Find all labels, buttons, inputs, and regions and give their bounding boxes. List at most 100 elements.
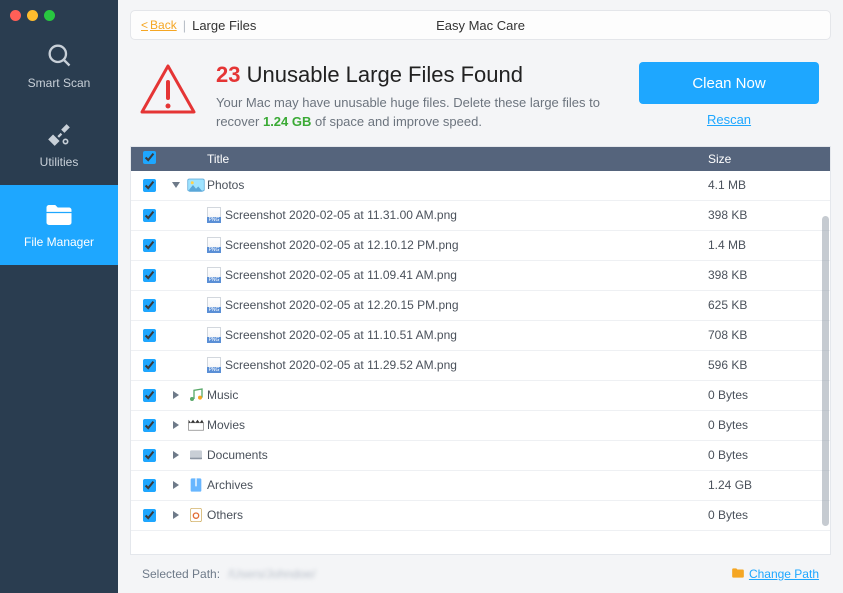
sidebar-item-file-manager[interactable]: File Manager bbox=[0, 185, 118, 265]
row-size: 398 KB bbox=[708, 268, 818, 282]
chevron-right-icon[interactable] bbox=[173, 451, 179, 459]
row-size: 625 KB bbox=[708, 298, 818, 312]
chevron-right-icon[interactable] bbox=[173, 421, 179, 429]
col-size-header[interactable]: Size bbox=[708, 152, 818, 166]
row-size: 398 KB bbox=[708, 208, 818, 222]
row-label: Archives bbox=[207, 478, 708, 492]
row-size: 1.4 MB bbox=[708, 238, 818, 252]
window-controls bbox=[0, 6, 55, 25]
minimize-window-icon[interactable] bbox=[27, 10, 38, 21]
sidebar-item-utilities[interactable]: Utilities bbox=[0, 105, 118, 185]
png-file-icon bbox=[203, 267, 225, 283]
table-row[interactable]: Screenshot 2020-02-05 at 12.10.12 PM.png… bbox=[131, 231, 830, 261]
clean-now-button[interactable]: Clean Now bbox=[639, 62, 819, 104]
folder-open-icon bbox=[731, 567, 745, 582]
row-checkbox[interactable] bbox=[143, 449, 156, 462]
results-title: 23 Unusable Large Files Found bbox=[216, 62, 639, 88]
row-checkbox[interactable] bbox=[143, 239, 156, 252]
sidebar: Smart Scan Utilities File Manager bbox=[0, 0, 118, 593]
png-file-icon bbox=[203, 297, 225, 313]
chevron-right-icon[interactable] bbox=[173, 391, 179, 399]
row-size: 0 Bytes bbox=[708, 388, 818, 402]
table-row[interactable]: Photos4.1 MB bbox=[131, 171, 830, 201]
table-row[interactable]: Screenshot 2020-02-05 at 11.29.52 AM.png… bbox=[131, 351, 830, 381]
chevron-right-icon[interactable] bbox=[173, 481, 179, 489]
table-row[interactable]: Archives1.24 GB bbox=[131, 471, 830, 501]
png-file-icon bbox=[203, 327, 225, 343]
row-checkbox[interactable] bbox=[143, 209, 156, 222]
chevron-down-icon[interactable] bbox=[172, 182, 180, 188]
row-label: Others bbox=[207, 508, 708, 522]
row-label: Movies bbox=[207, 418, 708, 432]
row-checkbox[interactable] bbox=[143, 329, 156, 342]
main-pane: <Back | Large Files Easy Mac Care 23 Unu… bbox=[118, 0, 843, 593]
table-body[interactable]: Photos4.1 MBScreenshot 2020-02-05 at 11.… bbox=[131, 171, 830, 554]
row-size: 0 Bytes bbox=[708, 508, 818, 522]
zoom-window-icon[interactable] bbox=[44, 10, 55, 21]
selected-path-label: Selected Path: bbox=[142, 567, 220, 581]
sidebar-item-label: Utilities bbox=[40, 155, 79, 169]
row-size: 596 KB bbox=[708, 358, 818, 372]
table-header: Title Size bbox=[131, 147, 830, 171]
table-row[interactable]: Documents0 Bytes bbox=[131, 441, 830, 471]
recoverable-space: 1.24 GB bbox=[263, 114, 311, 129]
row-label: Music bbox=[207, 388, 708, 402]
row-label: Screenshot 2020-02-05 at 11.31.00 AM.png bbox=[225, 208, 708, 222]
table-row[interactable]: Screenshot 2020-02-05 at 11.09.41 AM.png… bbox=[131, 261, 830, 291]
breadcrumb-separator: | bbox=[183, 18, 186, 33]
png-file-icon bbox=[203, 237, 225, 253]
row-size: 4.1 MB bbox=[708, 178, 818, 192]
row-label: Documents bbox=[207, 448, 708, 462]
sidebar-item-label: File Manager bbox=[24, 235, 94, 249]
table-row[interactable]: Screenshot 2020-02-05 at 11.31.00 AM.png… bbox=[131, 201, 830, 231]
results-title-text: Unusable Large Files Found bbox=[247, 62, 523, 87]
row-checkbox[interactable] bbox=[143, 359, 156, 372]
row-checkbox[interactable] bbox=[143, 419, 156, 432]
movies-icon bbox=[185, 418, 207, 432]
row-checkbox[interactable] bbox=[143, 269, 156, 282]
footer: Selected Path: /Users/Johndoe/ Change Pa… bbox=[118, 555, 843, 593]
warning-icon bbox=[138, 62, 198, 121]
rescan-link[interactable]: Rescan bbox=[707, 112, 751, 127]
back-link[interactable]: <Back bbox=[141, 18, 177, 32]
chevron-right-icon[interactable] bbox=[173, 511, 179, 519]
change-path-label: Change Path bbox=[749, 567, 819, 581]
select-all-checkbox[interactable] bbox=[143, 151, 156, 164]
row-size: 0 Bytes bbox=[708, 418, 818, 432]
breadcrumb-current: Large Files bbox=[192, 18, 256, 33]
chevron-left-icon: < bbox=[141, 18, 148, 32]
results-subtitle: Your Mac may have unusable huge files. D… bbox=[216, 94, 636, 132]
table-row[interactable]: Screenshot 2020-02-05 at 12.20.15 PM.png… bbox=[131, 291, 830, 321]
documents-icon bbox=[185, 448, 207, 462]
close-window-icon[interactable] bbox=[10, 10, 21, 21]
topbar: <Back | Large Files Easy Mac Care bbox=[130, 10, 831, 40]
table-row[interactable]: Movies0 Bytes bbox=[131, 411, 830, 441]
table-row[interactable]: Others0 Bytes bbox=[131, 501, 830, 531]
row-label: Photos bbox=[207, 178, 708, 192]
change-path-link[interactable]: Change Path bbox=[731, 567, 819, 582]
sidebar-item-label: Smart Scan bbox=[28, 76, 91, 90]
png-file-icon bbox=[203, 357, 225, 373]
row-size: 1.24 GB bbox=[708, 478, 818, 492]
row-checkbox[interactable] bbox=[143, 479, 156, 492]
back-label: Back bbox=[150, 18, 177, 32]
folder-icon bbox=[44, 202, 74, 228]
row-checkbox[interactable] bbox=[143, 299, 156, 312]
app-title: Easy Mac Care bbox=[436, 18, 525, 33]
row-checkbox[interactable] bbox=[143, 509, 156, 522]
col-title-header[interactable]: Title bbox=[167, 152, 708, 166]
row-label: Screenshot 2020-02-05 at 11.10.51 AM.png bbox=[225, 328, 708, 342]
row-size: 708 KB bbox=[708, 328, 818, 342]
file-table: Title Size Photos4.1 MBScreenshot 2020-0… bbox=[130, 146, 831, 555]
results-count: 23 bbox=[216, 62, 240, 87]
row-checkbox[interactable] bbox=[143, 389, 156, 402]
sidebar-item-smart-scan[interactable]: Smart Scan bbox=[0, 25, 118, 105]
others-icon bbox=[185, 507, 207, 523]
table-row[interactable]: Music0 Bytes bbox=[131, 381, 830, 411]
row-checkbox[interactable] bbox=[143, 179, 156, 192]
results-header: 23 Unusable Large Files Found Your Mac m… bbox=[118, 40, 843, 146]
tools-icon bbox=[46, 122, 72, 148]
table-row[interactable]: Screenshot 2020-02-05 at 11.10.51 AM.png… bbox=[131, 321, 830, 351]
scrollbar[interactable] bbox=[822, 216, 829, 526]
selected-path-value: /Users/Johndoe/ bbox=[228, 567, 315, 581]
